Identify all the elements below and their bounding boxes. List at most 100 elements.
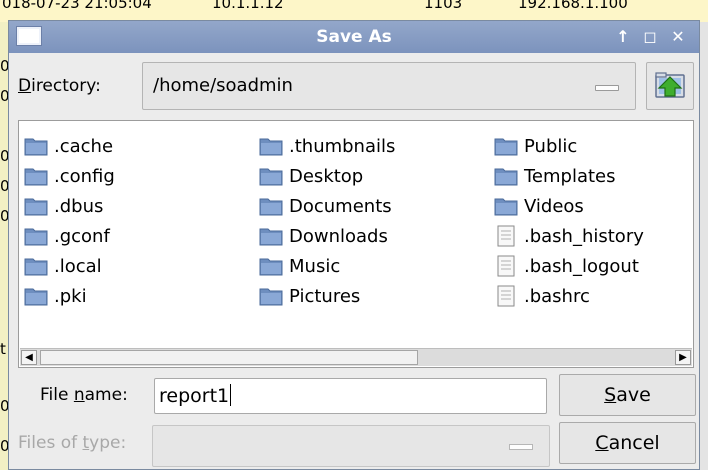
- directory-label-text: irectory:: [31, 76, 101, 96]
- folder-item[interactable]: .dbus: [24, 191, 115, 221]
- background-char: t: [0, 340, 6, 358]
- folder-icon: [259, 285, 283, 307]
- dropdown-icon: [509, 444, 533, 450]
- file-name-label: File name:: [40, 385, 128, 405]
- mnemonic-letter: C: [595, 432, 609, 454]
- directory-combo[interactable]: /home/soadmin: [142, 62, 636, 110]
- folder-name: .config: [54, 165, 115, 187]
- scroll-left-icon[interactable]: ◀: [21, 350, 37, 365]
- folder-icon: [24, 225, 48, 247]
- text-caret: [230, 384, 232, 406]
- file-name-value: report1: [159, 385, 230, 407]
- document-icon: [494, 255, 518, 277]
- file-column-2: .thumbnails Desktop Documents Downloads …: [259, 131, 395, 311]
- folder-item[interactable]: .cache: [24, 131, 115, 161]
- folder-item[interactable]: Pictures: [259, 281, 395, 311]
- dialog-titlebar[interactable]: Save As ↑ ◻ ✕: [9, 21, 699, 53]
- files-of-type-label-text: ype:: [89, 433, 127, 453]
- folder-item[interactable]: Music: [259, 251, 395, 281]
- folder-item[interactable]: Videos: [494, 191, 644, 221]
- file-name-input[interactable]: report1: [154, 378, 547, 414]
- folder-name: .local: [54, 255, 102, 277]
- file-item[interactable]: .bashrc: [494, 281, 644, 311]
- folder-name: Music: [289, 255, 341, 277]
- folder-item[interactable]: .config: [24, 161, 115, 191]
- dialog-title: Save As: [316, 27, 392, 47]
- files-of-type-label: Files of type:: [18, 433, 126, 453]
- file-item[interactable]: .bash_logout: [494, 251, 644, 281]
- folder-item[interactable]: .gconf: [24, 221, 115, 251]
- folder-item[interactable]: Templates: [494, 161, 644, 191]
- folder-item[interactable]: .pki: [24, 281, 115, 311]
- folder-name: .pki: [54, 285, 87, 307]
- folder-item[interactable]: Downloads: [259, 221, 395, 251]
- folder-name: Desktop: [289, 165, 364, 187]
- folder-name: Downloads: [289, 225, 388, 247]
- save-button-label: ave: [616, 384, 651, 406]
- folder-name: Documents: [289, 195, 392, 217]
- folder-item[interactable]: .local: [24, 251, 115, 281]
- folder-name: .gconf: [54, 225, 110, 247]
- save-as-dialog: Save As ↑ ◻ ✕ Directory: /home/soadmin .…: [8, 20, 700, 470]
- document-icon: [494, 225, 518, 247]
- dropdown-icon: [595, 85, 619, 91]
- cancel-button-label: ancel: [608, 432, 660, 454]
- background-table-row: 018-07-23 21:05:04 10.1.1.12 1103 192.16…: [0, 0, 708, 22]
- mnemonic-letter: S: [604, 384, 617, 406]
- scroll-thumb[interactable]: [40, 350, 418, 365]
- folder-icon: [24, 195, 48, 217]
- folder-icon: [259, 195, 283, 217]
- horizontal-scrollbar[interactable]: ◀ ▶: [20, 348, 692, 366]
- background-timestamp: 018-07-23 21:05:04: [2, 0, 152, 12]
- folder-icon: [259, 165, 283, 187]
- file-item[interactable]: .bash_history: [494, 221, 644, 251]
- background-dest-ip: 192.168.1.100: [518, 0, 628, 12]
- pin-up-icon[interactable]: ↑: [612, 25, 634, 49]
- folder-icon: [24, 165, 48, 187]
- folder-name: .thumbnails: [289, 135, 396, 157]
- folder-name: Pictures: [289, 285, 361, 307]
- folder-icon: [259, 225, 283, 247]
- folder-name: Templates: [524, 165, 616, 187]
- directory-label: Directory:: [18, 76, 101, 96]
- folder-icon: [24, 285, 48, 307]
- close-icon[interactable]: ✕: [667, 25, 689, 49]
- cancel-button[interactable]: Cancel: [559, 422, 696, 464]
- folder-item[interactable]: .thumbnails: [259, 131, 395, 161]
- background-ip: 10.1.1.12: [212, 0, 284, 12]
- file-name: .bash_history: [524, 225, 644, 247]
- folder-icon: [494, 165, 518, 187]
- file-name: .bashrc: [524, 285, 590, 307]
- folder-icon: [24, 135, 48, 157]
- scroll-right-icon[interactable]: ▶: [675, 350, 691, 365]
- file-column-3: Public Templates Videos .bash_history .b…: [494, 131, 644, 311]
- folder-name: Videos: [524, 195, 584, 217]
- save-button[interactable]: Save: [559, 374, 696, 416]
- file-name-label-text: ame:: [84, 385, 128, 405]
- file-list[interactable]: .cache .config .dbus .gconf .local .pki …: [18, 120, 694, 368]
- folder-item[interactable]: Public: [494, 131, 644, 161]
- background-port: 1103: [424, 0, 463, 12]
- document-icon: [494, 285, 518, 307]
- folder-icon: [494, 135, 518, 157]
- file-name-label-text: File: [40, 385, 74, 405]
- folder-item[interactable]: Documents: [259, 191, 395, 221]
- files-of-type-combo: [152, 425, 550, 467]
- folder-icon: [259, 135, 283, 157]
- file-column-1: .cache .config .dbus .gconf .local .pki: [24, 131, 115, 311]
- folder-name: Public: [524, 135, 578, 157]
- up-folder-icon: [655, 72, 685, 98]
- directory-value: /home/soadmin: [153, 75, 293, 96]
- folder-icon: [24, 255, 48, 277]
- maximize-icon[interactable]: ◻: [639, 25, 661, 49]
- folder-name: .cache: [54, 135, 114, 157]
- up-folder-button[interactable]: [646, 62, 694, 110]
- files-of-type-label-text: Files of: [18, 433, 83, 453]
- folder-icon: [259, 255, 283, 277]
- folder-item[interactable]: Desktop: [259, 161, 395, 191]
- mnemonic-letter: D: [18, 76, 32, 96]
- mnemonic-letter: n: [73, 385, 85, 405]
- folder-icon: [494, 195, 518, 217]
- file-name: .bash_logout: [524, 255, 639, 277]
- folder-name: .dbus: [54, 195, 104, 217]
